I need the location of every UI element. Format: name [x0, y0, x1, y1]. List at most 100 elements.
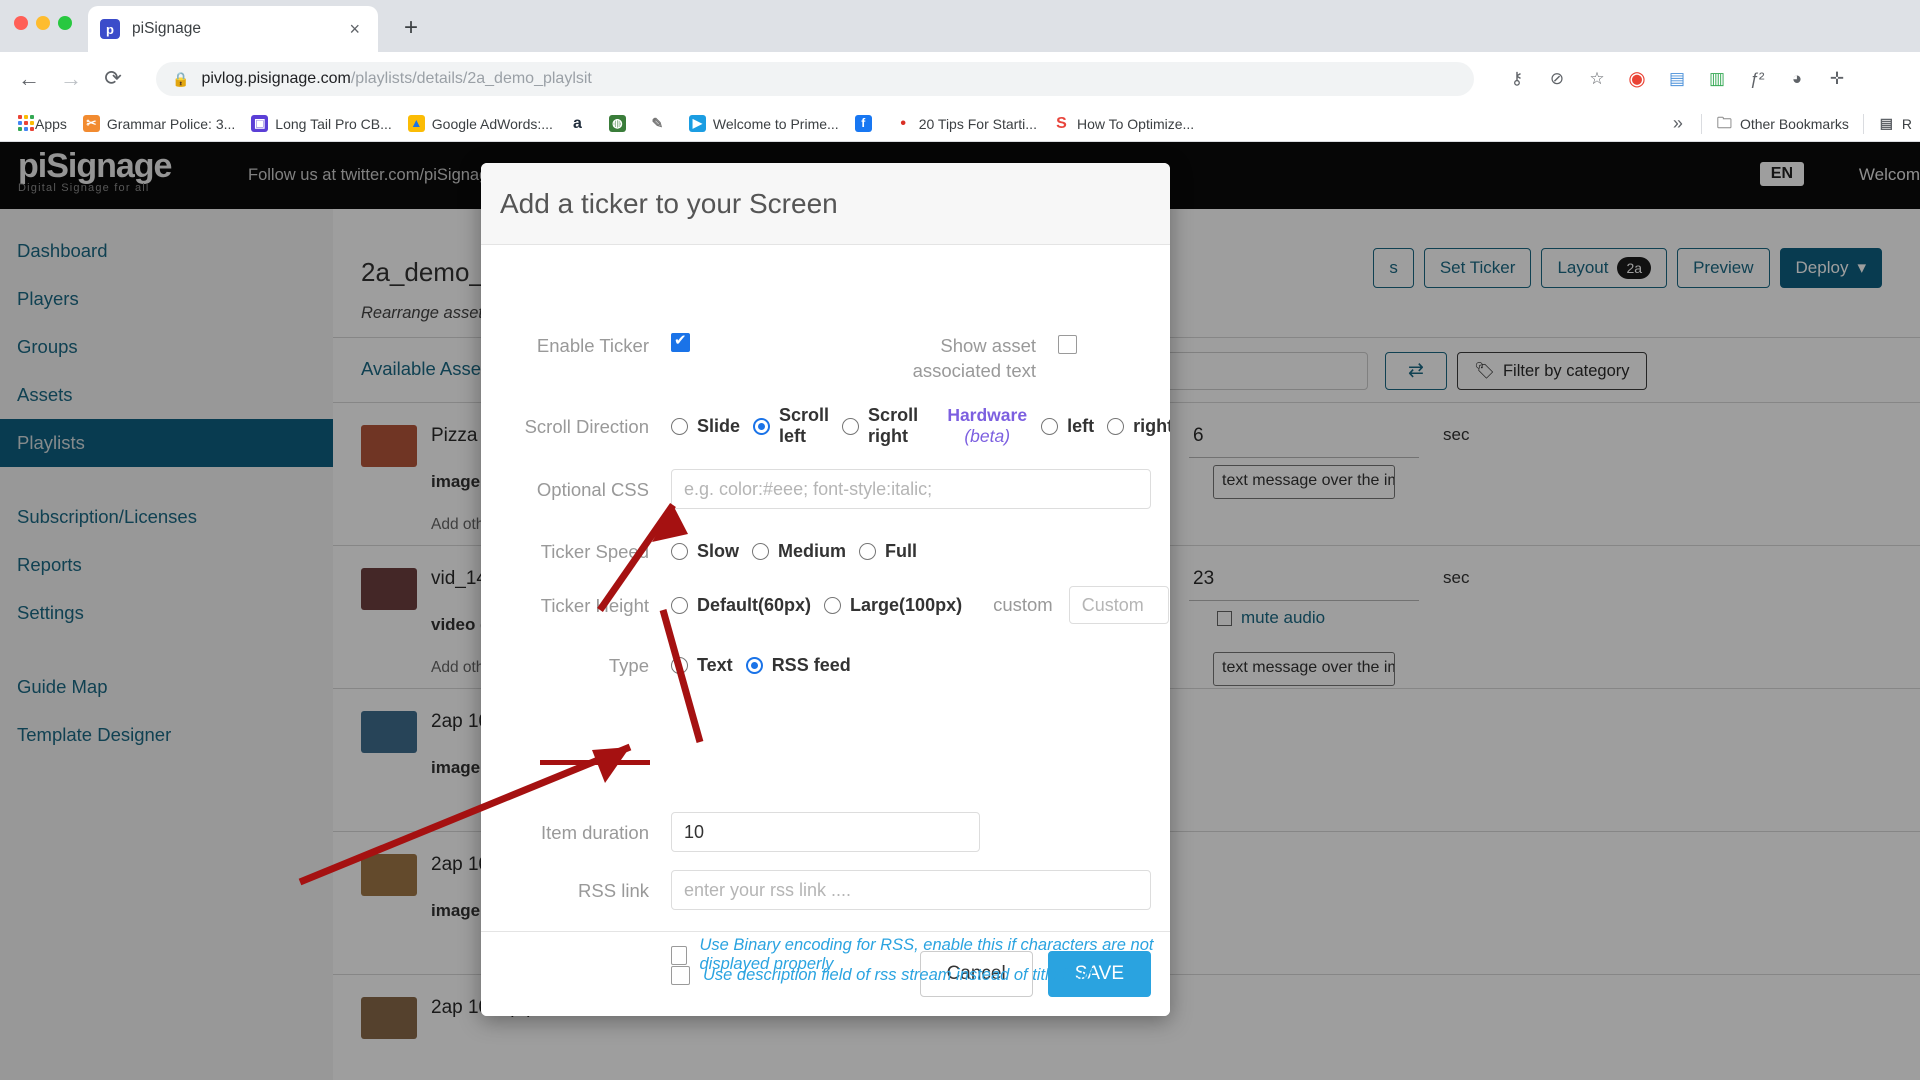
screen-root: p piSignage × + ← → ⟳ 🔒 pivlog.pisignage… [0, 0, 1920, 1080]
bookmark-label: Google AdWords:... [431, 115, 553, 132]
url-domain: pivlog.pisignage.com [201, 70, 351, 87]
type-rss-radio[interactable] [745, 656, 763, 674]
scroll-direction-label: Scroll Direction [524, 416, 649, 437]
star-icon[interactable]: ☆ [1580, 62, 1614, 96]
function-icon[interactable]: ƒ² [1740, 62, 1774, 96]
ticker-height-option-default[interactable]: Default(60px) [671, 595, 824, 616]
ticker-speed-option-medium[interactable]: Medium [752, 541, 859, 562]
use-description-row[interactable]: Use description field of rss stream inst… [671, 966, 1093, 985]
type-rss-label: RSS feed [771, 654, 851, 675]
height-default-radio[interactable] [671, 596, 688, 614]
reload-icon[interactable]: ⟳ [96, 62, 130, 96]
scroll-direction-option-scroll-left[interactable]: Scroll left [753, 405, 842, 447]
prime-video-icon: ▶ [688, 115, 706, 132]
hardware-right-label: right [1133, 415, 1170, 436]
hardware-beta-label: (beta) [964, 426, 1011, 446]
reading-list-label: R [1901, 115, 1912, 132]
forward-icon[interactable]: → [54, 62, 88, 96]
show-asset-text-label-line1: Show asset [940, 335, 1036, 356]
other-bookmarks-folder[interactable]: 🗀 Other Bookmarks [1708, 111, 1857, 137]
address-bar[interactable]: 🔒 pivlog.pisignage.com/playlists/details… [156, 62, 1474, 96]
tab-title: piSignage [132, 20, 201, 37]
hardware-label: Hardware [947, 405, 1028, 425]
browser-toolbar-icons: ⚷ ⊘ ☆ ◉ ▤ ▥ ƒ² ◕ ✛ [1500, 62, 1854, 96]
bookmark-20-tips[interactable]: • 20 Tips For Starti... [887, 111, 1045, 137]
back-icon[interactable]: ← [12, 62, 46, 96]
custom-height-input[interactable] [1068, 586, 1169, 624]
bookmark-prime-video[interactable]: ▶ Welcome to Prime... [681, 111, 847, 137]
scroll-direction-option-scroll-right[interactable]: Scroll right [842, 405, 933, 447]
close-window-button[interactable] [14, 16, 28, 30]
bookmark-amazon[interactable]: a [561, 111, 601, 137]
enable-ticker-checkbox[interactable] [671, 331, 690, 352]
window-traffic-lights [14, 16, 72, 30]
browser-tab[interactable]: p piSignage × [88, 6, 378, 52]
type-text-label: Text [697, 654, 733, 675]
url-path: /playlists/details/2a_demo_playlsit [350, 70, 592, 87]
bookmark-google-adwords[interactable]: ▲ Google AdWords:... [400, 111, 561, 137]
ticker-height-option-large[interactable]: Large(100px) [824, 595, 975, 616]
type-option-text[interactable]: Text [671, 655, 746, 676]
dialog-body: Enable Ticker Show asset associated text… [481, 245, 1170, 985]
hardware-left-radio[interactable] [1041, 417, 1059, 435]
image-icon[interactable]: ▤ [1660, 62, 1694, 96]
bookmark-pencil[interactable]: ✎ [641, 111, 681, 137]
dialog-title: Add a ticker to your Screen [500, 187, 838, 219]
folder-icon: 🗀 [1716, 115, 1732, 132]
lock-icon: 🔒 [172, 70, 190, 87]
custom-height-label: custom [993, 594, 1053, 615]
enable-ticker-label: Enable Ticker [536, 335, 649, 356]
pocket-icon[interactable]: ◕ [1780, 62, 1814, 96]
ticker-speed-option-full[interactable]: Full [859, 541, 930, 562]
new-tab-button[interactable]: + [396, 14, 426, 44]
type-text-radio[interactable] [671, 656, 688, 674]
hardware-option-left[interactable]: left [1041, 416, 1107, 437]
scroll-direction-option-slide[interactable]: Slide [671, 416, 753, 437]
bookmark-label: Apps [35, 115, 67, 132]
puzzle-icon[interactable]: ✛ [1820, 62, 1854, 96]
speed-slow-label: Slow [697, 540, 740, 561]
minimize-window-button[interactable] [36, 16, 50, 30]
height-large-radio[interactable] [824, 596, 842, 614]
close-tab-icon[interactable]: × [343, 19, 366, 40]
hardware-right-radio[interactable] [1107, 417, 1125, 435]
reading-list-button[interactable]: ▤ R [1870, 111, 1920, 137]
item-duration-input[interactable] [671, 812, 980, 852]
address-bar-url: pivlog.pisignage.com/playlists/details/2… [201, 70, 591, 88]
maximize-window-button[interactable] [58, 16, 72, 30]
bookmark-apps[interactable]: Apps [10, 111, 75, 137]
scroll-left-radio[interactable] [753, 417, 771, 435]
binary-encoding-checkbox[interactable] [671, 945, 687, 965]
scroll-right-label: Scroll right [868, 405, 919, 446]
speed-slow-radio[interactable] [671, 542, 688, 560]
item-duration-label: Item duration [541, 822, 649, 843]
eye-slash-icon[interactable]: ⊘ [1540, 62, 1574, 96]
optional-css-input[interactable] [671, 469, 1151, 509]
reading-list-icon: ▤ [1879, 115, 1893, 131]
key-icon[interactable]: ⚷ [1500, 62, 1534, 96]
bookmark-label: 20 Tips For Starti... [918, 115, 1037, 132]
scroll-right-radio[interactable] [842, 417, 860, 435]
bookmark-grammar-police[interactable]: ✂ Grammar Police: 3... [75, 111, 243, 137]
speed-full-radio[interactable] [859, 542, 877, 560]
add-ticker-dialog: Add a ticker to your Screen Enable Ticke… [481, 163, 1170, 1016]
translate-icon[interactable]: ▥ [1700, 62, 1734, 96]
type-option-rss[interactable]: RSS feed [745, 654, 864, 676]
bookmark-label: Long Tail Pro CB... [275, 115, 392, 132]
bookmark-facebook[interactable]: f [847, 111, 887, 137]
opera-icon[interactable]: ◉ [1620, 62, 1654, 96]
bookmarks-divider [1700, 113, 1702, 134]
dot-icon: • [900, 115, 906, 132]
bookmark-globe[interactable]: ◍ [601, 111, 641, 137]
height-default-label: Default(60px) [697, 594, 812, 615]
hardware-option-right[interactable]: right [1107, 416, 1170, 437]
slide-radio[interactable] [671, 417, 688, 435]
rss-link-input[interactable] [671, 870, 1151, 910]
show-asset-text-checkbox[interactable] [1058, 335, 1077, 354]
speed-medium-radio[interactable] [752, 542, 770, 560]
bookmark-how-to-optimize[interactable]: S How To Optimize... [1045, 111, 1202, 137]
use-description-checkbox[interactable] [671, 966, 690, 985]
bookmark-long-tail-pro[interactable]: ▣ Long Tail Pro CB... [243, 111, 399, 137]
ticker-speed-option-slow[interactable]: Slow [671, 541, 752, 562]
bookmarks-overflow-icon[interactable]: » [1661, 113, 1695, 134]
